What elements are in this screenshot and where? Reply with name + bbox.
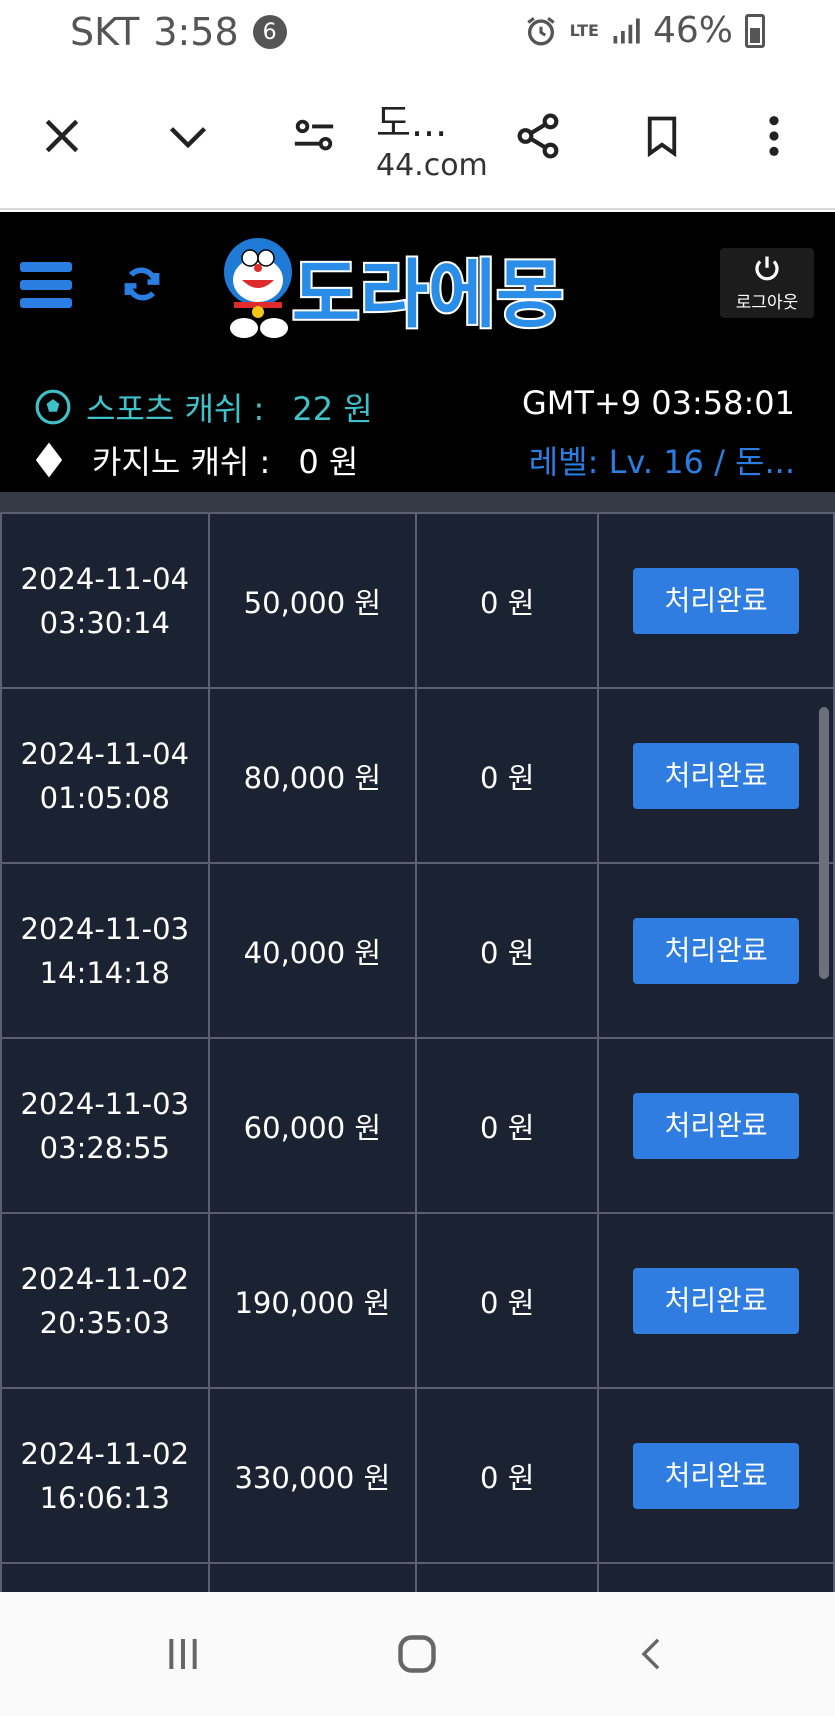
status-cell: [597, 1562, 835, 1592]
power-icon: [755, 256, 779, 280]
bonus-cell: [415, 1562, 600, 1592]
back-icon[interactable]: [616, 1622, 686, 1686]
table-row: 2024-11-02 16:06:13 330,000 원0 원 처리완료: [0, 1387, 835, 1564]
record-date: 2024-11-03: [20, 1086, 190, 1121]
datetime-cell: 2024-11-02 20:35:03: [0, 1212, 210, 1389]
casino-cash-row: 카지노 캐쉬 : 0 원: [34, 437, 358, 483]
casino-cash-label: 카지노 캐쉬 :: [92, 443, 271, 481]
bonus-cell: 0 원: [415, 1212, 600, 1389]
table-row: 2024-11-04 01:05:08 80,000 원0 원 처리완료: [0, 687, 835, 864]
battery-icon: [745, 13, 765, 48]
status-cell: 처리완료: [597, 1037, 835, 1214]
status-cell: 처리완료: [597, 862, 835, 1039]
bonus-cell: 0 원: [415, 687, 600, 864]
alarm-icon: [526, 16, 555, 45]
sports-cash-value: 22 원: [292, 390, 373, 428]
datetime-cell: [0, 1562, 210, 1592]
amount-cell: [207, 1562, 418, 1592]
tune-icon[interactable]: [282, 104, 346, 168]
datetime-cell: 2024-11-04 03:30:14: [0, 512, 210, 689]
chevron-down-icon[interactable]: [156, 104, 220, 168]
recent-apps-icon[interactable]: [148, 1622, 218, 1686]
page-domain[interactable]: 44.com: [376, 148, 488, 183]
status-completed-button[interactable]: 처리완료: [633, 1267, 800, 1334]
logout-button[interactable]: 로그아웃: [720, 248, 814, 318]
network-type: LTE: [569, 20, 599, 40]
table-row: 2024-11-03 03:28:55 60,000 원0 원 처리완료: [0, 1037, 835, 1214]
battery-percent: 46%: [652, 10, 733, 51]
bonus-cell: 0 원: [415, 862, 600, 1039]
carrier: SKT: [70, 10, 140, 54]
server-clock: GMT+9 03:58:01: [521, 384, 795, 422]
status-cell: 처리완료: [597, 687, 835, 864]
logo-text: 도라에몽: [292, 252, 564, 338]
diamond-icon: [35, 442, 63, 478]
table-row: 2024-11-03 14:14:18 40,000 원0 원 처리완료: [0, 862, 835, 1039]
table-row: 2024-11-02 20:35:03 190,000 원0 원 처리완료: [0, 1212, 835, 1389]
refresh-icon[interactable]: [120, 262, 164, 306]
status-cell: 처리완료: [597, 512, 835, 689]
status-bar: SKT 3:58 6 LTE 46%: [0, 0, 835, 66]
status-cell: 처리완료: [597, 1387, 835, 1564]
browser-toolbar: 도... 44.com: [0, 66, 835, 210]
status-right: LTE 46%: [524, 10, 765, 51]
datetime-cell: 2024-11-02 16:06:13: [0, 1387, 210, 1564]
record-time: 03:30:14: [39, 605, 170, 640]
record-time: 14:14:18: [39, 955, 170, 990]
table-top-strip: [0, 492, 835, 512]
close-icon[interactable]: [30, 104, 94, 168]
bonus-cell: 0 원: [415, 1037, 600, 1214]
status-completed-button[interactable]: 처리완료: [633, 1092, 800, 1159]
sports-cash-label: 스포츠 캐쉬 :: [86, 390, 265, 428]
status-left: SKT 3:58 6: [70, 10, 287, 54]
table-row: 2024-11-04 03:30:14 50,000 원0 원 처리완료: [0, 512, 835, 689]
status-completed-button[interactable]: 처리완료: [633, 1442, 800, 1509]
record-date: 2024-11-02: [20, 1436, 190, 1471]
site-header: 도라에몽 로그아웃 스포츠 캐쉬 : 22 원 카지노 캐쉬 : 0 원 GMT…: [0, 212, 835, 492]
status-cell: 처리완료: [597, 1212, 835, 1389]
amount-cell: 190,000 원: [207, 1212, 418, 1389]
amount-cell: 330,000 원: [207, 1387, 418, 1564]
signal-icon: [613, 18, 640, 43]
amount-cell: 50,000 원: [207, 512, 418, 689]
record-time: 01:05:08: [39, 780, 170, 815]
record-date: 2024-11-04: [20, 561, 190, 596]
amount-cell: 80,000 원: [207, 687, 418, 864]
datetime-cell: 2024-11-03 03:28:55: [0, 1037, 210, 1214]
amount-cell: 60,000 원: [207, 1037, 418, 1214]
record-date: 2024-11-03: [20, 911, 190, 946]
menu-icon[interactable]: [20, 262, 72, 312]
record-time: 16:06:13: [39, 1480, 170, 1515]
record-date: 2024-11-04: [20, 736, 190, 771]
more-vert-icon[interactable]: [742, 104, 806, 168]
records-panel: 2024-11-04 03:30:14 50,000 원0 원 처리완료 2024-11…: [0, 492, 835, 1592]
scrollbar[interactable]: [819, 707, 829, 979]
system-nav-bar: [0, 1592, 835, 1716]
datetime-cell: 2024-11-04 01:05:08: [0, 687, 210, 864]
record-time: 20:35:03: [39, 1305, 170, 1340]
logout-label: 로그아웃: [735, 292, 799, 313]
record-date: 2024-11-02: [20, 1261, 190, 1296]
casino-cash-value: 0 원: [298, 443, 359, 481]
status-completed-button[interactable]: 처리완료: [633, 917, 800, 984]
sports-cash-row: 스포츠 캐쉬 : 22 원: [34, 384, 373, 430]
site-logo[interactable]: 도라에몽: [210, 228, 645, 352]
bonus-cell: 0 원: [415, 512, 600, 689]
status-completed-button[interactable]: 처리완료: [633, 742, 800, 809]
status-time: 3:58: [153, 10, 239, 54]
soccer-ball-icon: [35, 389, 71, 425]
datetime-cell: 2024-11-03 14:14:18: [0, 862, 210, 1039]
table-row: [0, 1562, 835, 1592]
record-time: 03:28:55: [39, 1130, 170, 1165]
records-table: 2024-11-04 03:30:14 50,000 원0 원 처리완료 2024-11…: [0, 512, 835, 1592]
page-title[interactable]: 도...: [376, 92, 447, 147]
status-completed-button[interactable]: 처리완료: [633, 567, 800, 634]
bookmark-icon[interactable]: [630, 104, 694, 168]
share-icon[interactable]: [506, 104, 570, 168]
amount-cell: 40,000 원: [207, 862, 418, 1039]
notification-count-badge: 6: [252, 15, 287, 49]
bonus-cell: 0 원: [415, 1387, 600, 1564]
home-icon[interactable]: [382, 1622, 452, 1686]
user-level[interactable]: 레벨: Lv. 16 / 돈...: [529, 437, 795, 483]
